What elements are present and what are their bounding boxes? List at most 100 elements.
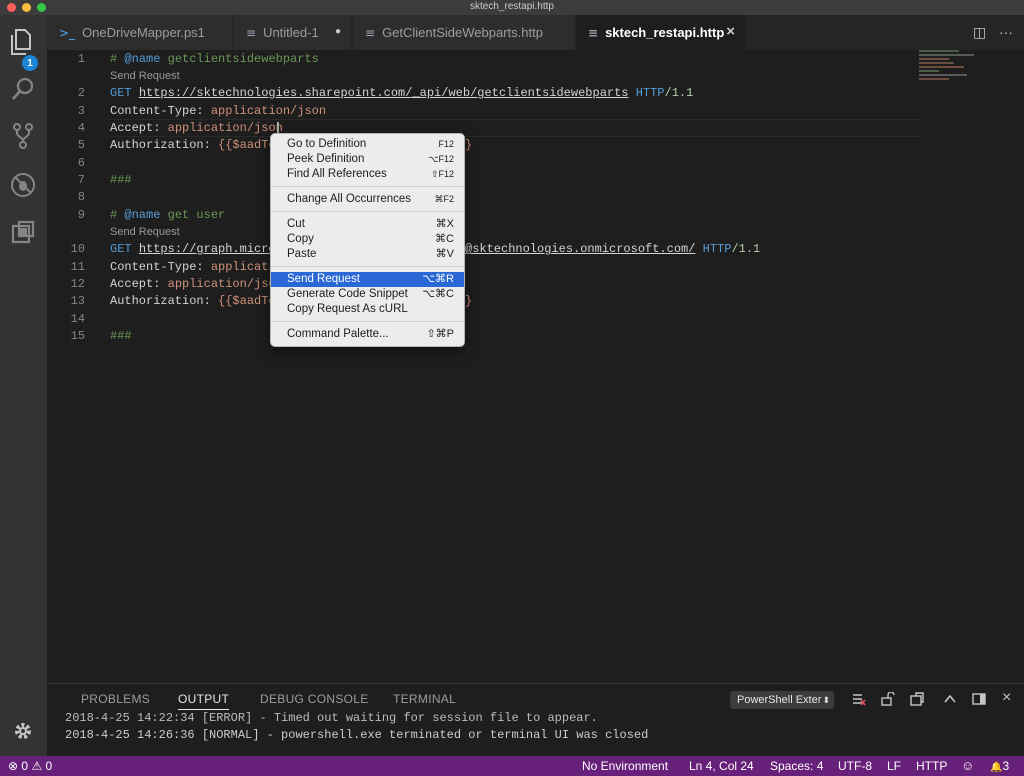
code-line: Accept: application/json	[110, 121, 283, 135]
tab-label: sktech_restapi.http	[605, 25, 725, 40]
menu-item-change-all-occurrences[interactable]: Change All Occurrences ⌘F2	[271, 192, 464, 207]
source-control-icon[interactable]	[9, 122, 37, 150]
request-url-tail[interactable]: @sktechnologies.onmicrosoft.com/	[465, 242, 695, 256]
tab-sktech-restapi[interactable]: ≡ sktech_restapi.http ×	[576, 15, 746, 50]
header-value: application/json	[210, 104, 327, 118]
tab-getclientsidewebparts[interactable]: ≡ GetClientSideWebparts.http	[353, 15, 575, 50]
title-bar: sktech_restapi.http	[0, 0, 1024, 15]
feedback-smiley-icon[interactable]: ☺	[961, 758, 974, 773]
tab-problems[interactable]: PROBLEMS	[81, 692, 150, 706]
line-number: 15	[70, 329, 85, 343]
menu-item-cut[interactable]: Cut ⌘X	[271, 217, 464, 232]
header-value: {{$aadTo	[218, 138, 276, 152]
menu-item-shortcut: ⌘X	[435, 218, 454, 230]
menu-item-generate-code-snippet[interactable]: Generate Code Snippet ⌥⌘C	[271, 287, 464, 302]
menu-item-paste[interactable]: Paste ⌘V	[271, 247, 464, 262]
language-mode-status[interactable]: HTTP	[916, 759, 947, 773]
notification-count: 3	[1002, 759, 1010, 773]
line-number: 8	[77, 190, 85, 204]
search-icon[interactable]	[9, 75, 37, 103]
header-value: application/json	[167, 121, 283, 135]
close-panel-icon[interactable]: ×	[1002, 689, 1011, 707]
unsaved-dot-icon[interactable]: ●	[335, 26, 341, 37]
menu-separator	[271, 186, 464, 187]
settings-gear-icon[interactable]	[9, 717, 37, 745]
header-value-tail: }	[465, 294, 473, 308]
menu-item-send-request[interactable]: Send Request ⌥⌘R	[271, 272, 464, 287]
code-line-tail: @sktechnologies.onmicrosoft.com/ HTTP/1.…	[465, 242, 760, 256]
encoding-status[interactable]: UTF-8	[838, 759, 872, 773]
line-number: 11	[70, 260, 85, 274]
header-key: Accept:	[110, 277, 161, 291]
header-key: Accept:	[110, 121, 161, 135]
warning-icon: ⚠	[31, 759, 43, 773]
code-line: Authorization: {{$aadTo	[110, 294, 276, 308]
http-protocol: HTTP	[702, 242, 732, 256]
output-line: 2018-4-25 14:22:34 [ERROR] - Timed out w…	[65, 711, 598, 725]
tab-terminal[interactable]: TERMINAL	[393, 692, 456, 706]
tab-label: GetClientSideWebparts.http	[382, 25, 543, 40]
line-number: 4	[77, 121, 85, 135]
menu-item-label: Generate Code Snippet	[287, 288, 408, 300]
error-icon: ⊗	[8, 759, 19, 773]
line-number: 13	[70, 294, 85, 308]
eol-status[interactable]: LF	[887, 759, 901, 773]
menu-separator	[271, 266, 464, 267]
menu-item-label: Cut	[287, 218, 305, 230]
line-number: 12	[70, 277, 85, 291]
tab-debug-console[interactable]: DEBUG CONSOLE	[260, 692, 369, 706]
close-tab-icon[interactable]: ×	[726, 23, 735, 40]
cursor-position-status[interactable]: Ln 4, Col 24	[689, 759, 754, 773]
status-bar: ⊗ 0 ⚠ 0 No Environment Ln 4, Col 24 Spac…	[0, 756, 1024, 776]
output-channel-select[interactable]: PowerShell Exter ⬍	[730, 691, 834, 709]
menu-item-command-palette[interactable]: Command Palette... ⇧⌘P	[271, 327, 464, 342]
explorer-icon[interactable]	[9, 28, 37, 56]
code-line: # @name get user	[110, 208, 225, 222]
code-line: Authorization: {{$aadTo	[110, 138, 276, 152]
clear-output-icon[interactable]	[852, 692, 866, 709]
menu-item-peek-definition[interactable]: Peek Definition ⌥F12	[271, 152, 464, 167]
http-method: GET	[110, 242, 132, 256]
code-line: GET https://sktechnologies.sharepoint.co…	[110, 86, 693, 100]
minimap[interactable]	[919, 50, 977, 90]
send-request-codelens[interactable]: Send Request	[110, 70, 180, 82]
lock-scroll-icon[interactable]	[881, 691, 895, 709]
code-editor[interactable]: 1 # @name getclientsidewebparts Send Req…	[47, 50, 1024, 683]
menu-item-label: Change All Occurrences	[287, 193, 412, 205]
open-log-icon[interactable]	[910, 692, 924, 709]
extensions-icon[interactable]	[9, 218, 37, 246]
powershell-file-icon: >_	[59, 25, 76, 40]
rest-environment-status[interactable]: No Environment	[582, 759, 668, 773]
tab-onedrivemapper[interactable]: >_ OneDriveMapper.ps1	[47, 15, 233, 50]
tab-label: OneDriveMapper.ps1	[82, 25, 205, 40]
tab-untitled-1[interactable]: ≡ Untitled-1 ●	[234, 15, 352, 50]
http-version: /1.1	[664, 86, 694, 100]
debug-icon[interactable]	[9, 171, 37, 199]
notifications-indicator[interactable]: 🔔3	[990, 759, 1009, 773]
split-editor-icon[interactable]: ◫	[973, 24, 986, 41]
menu-item-find-all-references[interactable]: Find All References ⇧F12	[271, 167, 464, 182]
header-key: Authorization:	[110, 138, 211, 152]
more-actions-icon[interactable]: ···	[999, 24, 1013, 40]
indentation-status[interactable]: Spaces: 4	[770, 759, 823, 773]
menu-item-label: Copy	[287, 233, 314, 245]
meta-tag: @name	[124, 52, 161, 66]
toggle-panel-position-icon[interactable]	[972, 692, 986, 709]
menu-item-go-to-definition[interactable]: Go to Definition F12	[271, 137, 464, 152]
line-number: 9	[77, 208, 85, 222]
menu-item-shortcut: ⌘F2	[434, 194, 454, 204]
problems-indicator[interactable]: ⊗ 0 ⚠ 0	[8, 759, 52, 773]
request-url[interactable]: https://sktechnologies.sharepoint.com/_a…	[139, 86, 629, 100]
header-value: {{$aadTo	[218, 294, 276, 308]
maximize-panel-icon[interactable]	[943, 692, 957, 709]
tab-output[interactable]: OUTPUT	[178, 692, 230, 710]
menu-item-label: Paste	[287, 248, 317, 260]
comment-hash: #	[110, 52, 118, 66]
send-request-codelens[interactable]: Send Request	[110, 226, 180, 238]
request-url[interactable]: https://graph.micro	[139, 242, 276, 256]
bell-icon: 🔔	[990, 762, 1003, 773]
menu-item-copy[interactable]: Copy ⌘C	[271, 232, 464, 247]
warning-count: 0	[45, 759, 53, 773]
code-line: Content-Type: applicati	[110, 260, 276, 274]
menu-item-copy-request-as-curl[interactable]: Copy Request As cURL	[271, 302, 464, 317]
